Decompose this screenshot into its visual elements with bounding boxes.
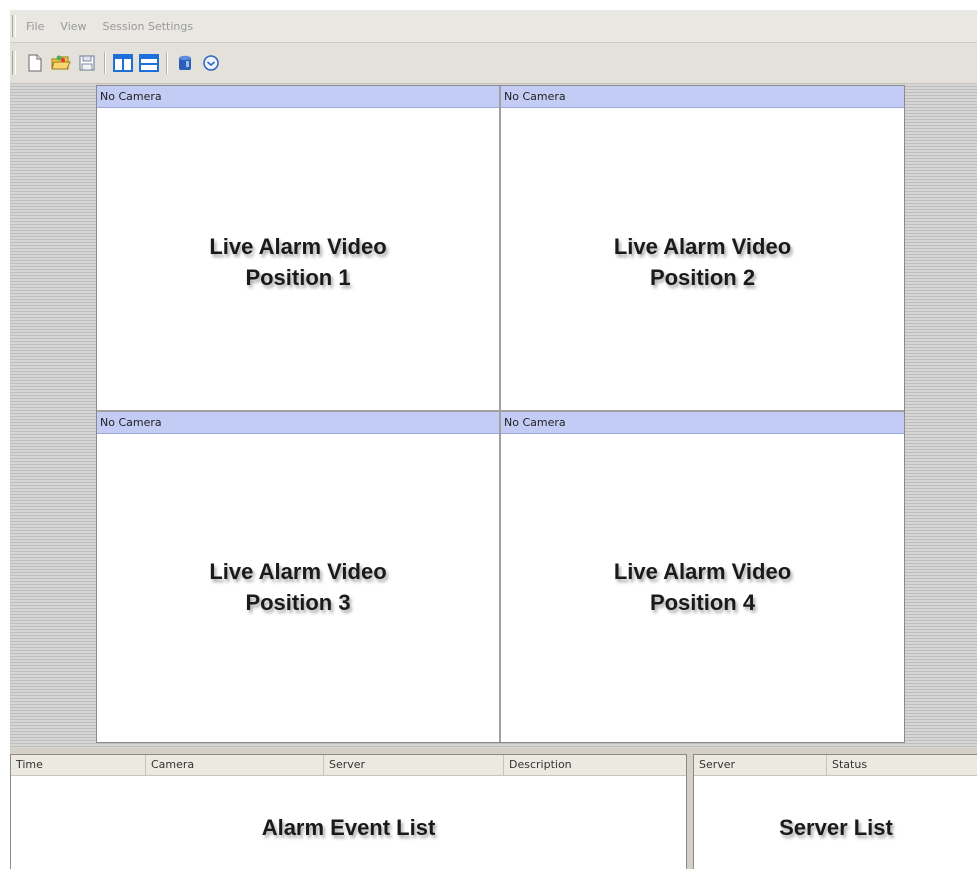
split-horizontal-icon[interactable] bbox=[138, 52, 160, 74]
menu-view[interactable]: View bbox=[60, 20, 86, 33]
video-grid: No Camera Live Alarm Video Position 1 No… bbox=[96, 85, 905, 743]
video-pane-1[interactable]: No Camera Live Alarm Video Position 1 bbox=[97, 86, 499, 410]
video-pane-3[interactable]: No Camera Live Alarm Video Position 3 bbox=[97, 412, 499, 742]
pane-divider-vertical[interactable] bbox=[499, 86, 501, 742]
new-document-icon[interactable] bbox=[24, 52, 46, 74]
server-list[interactable]: Server Status Server List bbox=[693, 754, 977, 869]
toolbar-grip bbox=[12, 51, 16, 75]
toolbar-separator bbox=[104, 52, 106, 74]
pane-title-line1: Live Alarm Video bbox=[209, 559, 387, 584]
bottom-panels: Time Camera Server Description Alarm Eve… bbox=[10, 748, 977, 869]
pane-header: No Camera bbox=[501, 412, 904, 434]
menu-file[interactable]: File bbox=[26, 20, 44, 33]
pane-title-line1: Live Alarm Video bbox=[613, 559, 792, 584]
open-folder-icon[interactable] bbox=[50, 52, 72, 74]
app-window: File View Session Settings No Camera Liv… bbox=[10, 10, 977, 869]
alarm-event-list[interactable]: Time Camera Server Description Alarm Eve… bbox=[10, 754, 687, 869]
column-status[interactable]: Status bbox=[827, 755, 977, 775]
video-pane-2[interactable]: No Camera Live Alarm Video Position 2 bbox=[501, 86, 904, 410]
menu-session-settings[interactable]: Session Settings bbox=[103, 20, 194, 33]
column-camera[interactable]: Camera bbox=[146, 755, 324, 775]
pane-header: No Camera bbox=[97, 412, 499, 434]
clock-icon[interactable] bbox=[200, 52, 222, 74]
toolbar bbox=[10, 43, 977, 84]
column-time[interactable]: Time bbox=[11, 755, 146, 775]
pane-title-line2: Position 1 bbox=[245, 265, 351, 290]
menu-grip bbox=[12, 15, 16, 37]
video-region: No Camera Live Alarm Video Position 1 No… bbox=[10, 84, 977, 748]
pane-title-line1: Live Alarm Video bbox=[209, 234, 387, 259]
pane-header: No Camera bbox=[501, 86, 904, 108]
column-server[interactable]: Server bbox=[324, 755, 504, 775]
column-server[interactable]: Server bbox=[694, 755, 827, 775]
pane-divider-horizontal[interactable] bbox=[97, 410, 904, 412]
server-list-header: Server Status bbox=[694, 755, 977, 776]
menu-bar: File View Session Settings bbox=[10, 10, 977, 43]
pane-title-line2: Position 3 bbox=[245, 590, 351, 615]
server-list-label: Server List bbox=[779, 815, 893, 840]
pane-header: No Camera bbox=[97, 86, 499, 108]
pane-title-line2: Position 4 bbox=[649, 590, 756, 615]
pane-title-line2: Position 2 bbox=[649, 265, 756, 290]
database-icon[interactable] bbox=[174, 52, 196, 74]
alarm-list-label: Alarm Event List bbox=[261, 815, 436, 840]
pane-title-line1: Live Alarm Video bbox=[613, 234, 792, 259]
toolbar-separator bbox=[166, 52, 168, 74]
alarm-list-header: Time Camera Server Description bbox=[11, 755, 686, 776]
video-pane-4[interactable]: No Camera Live Alarm Video Position 4 bbox=[501, 412, 904, 742]
save-icon[interactable] bbox=[76, 52, 98, 74]
column-description[interactable]: Description bbox=[504, 755, 686, 775]
split-vertical-icon[interactable] bbox=[112, 52, 134, 74]
